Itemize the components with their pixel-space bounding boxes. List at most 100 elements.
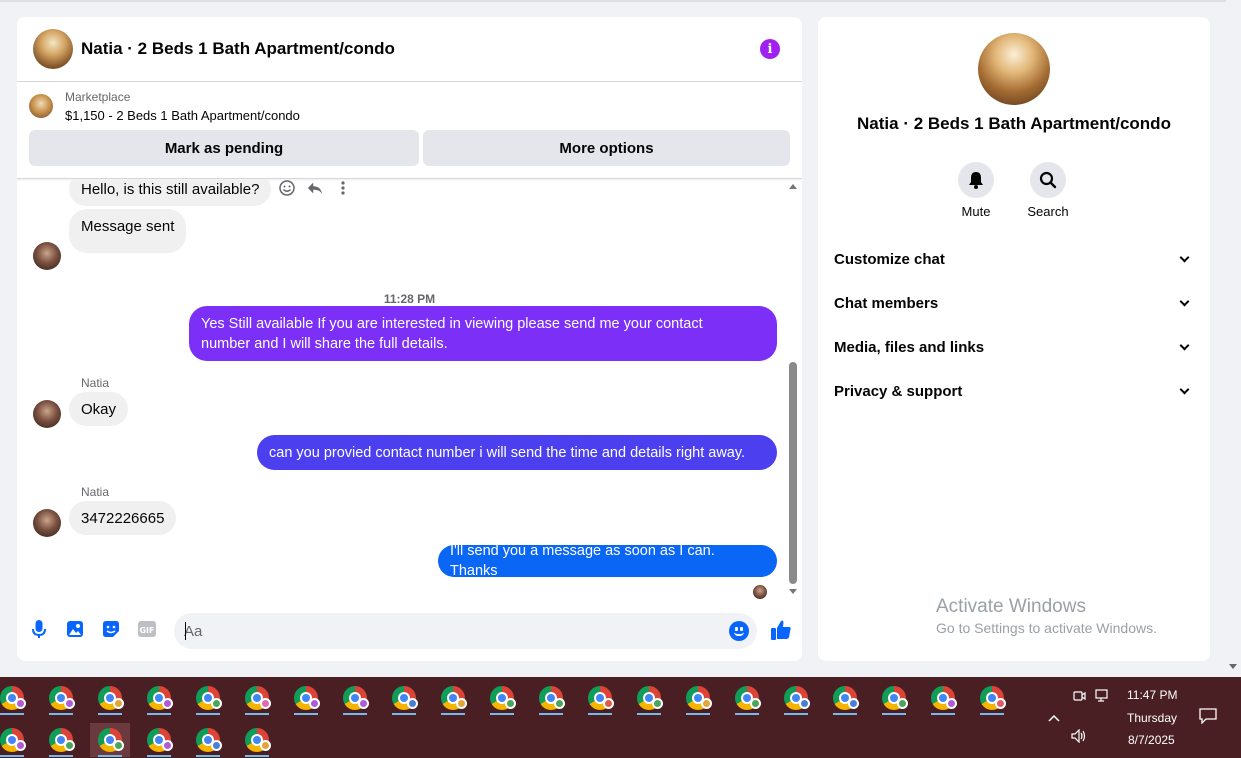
chat-details-panel: Natia · 2 Beds 1 Bath Apartment/condo Mu… xyxy=(818,17,1210,661)
chat-panel: Natia · 2 Beds 1 Bath Apartment/condo i … xyxy=(17,17,802,661)
avatar[interactable] xyxy=(33,509,61,537)
more-icon[interactable] xyxy=(335,180,351,196)
sticker-icon[interactable] xyxy=(101,619,121,639)
taskbar-chrome-button[interactable] xyxy=(531,681,571,715)
taskbar-chrome-button[interactable] xyxy=(139,681,179,715)
taskbar-chrome-button[interactable] xyxy=(629,681,669,715)
avatar[interactable] xyxy=(33,400,61,428)
clock-date[interactable]: 8/7/2025 xyxy=(1128,733,1175,747)
page-scroll-down-arrow[interactable] xyxy=(1229,664,1237,669)
profile-badge-icon xyxy=(15,698,26,709)
profile-avatar[interactable] xyxy=(978,33,1050,105)
message-incoming[interactable]: Message sent xyxy=(69,209,187,253)
photo-icon[interactable] xyxy=(65,619,85,639)
gif-icon[interactable]: GIF xyxy=(137,619,157,639)
taskbar-chrome-button[interactable] xyxy=(90,723,130,757)
listing-thumbnail[interactable] xyxy=(29,94,53,118)
scroll-up-arrow[interactable] xyxy=(789,184,797,189)
message-incoming[interactable]: 3472226665 xyxy=(69,501,177,535)
taskbar-chrome-button[interactable] xyxy=(41,723,81,757)
chevron-down-icon xyxy=(1179,252,1190,262)
profile-badge-icon xyxy=(162,740,173,751)
taskbar-chrome-button[interactable] xyxy=(874,681,914,715)
taskbar-chrome-button[interactable] xyxy=(923,681,963,715)
taskbar-chrome-button[interactable] xyxy=(237,723,277,757)
taskbar-chrome-button[interactable] xyxy=(727,681,767,715)
clock-time[interactable]: 11:47 PM xyxy=(1127,688,1177,702)
more-options-button[interactable]: More options xyxy=(423,130,790,166)
scrollbar-thumb[interactable] xyxy=(789,362,797,584)
taskbar-chrome-button[interactable] xyxy=(335,681,375,715)
message-incoming[interactable]: Okay xyxy=(69,392,129,426)
taskbar-chrome-button[interactable] xyxy=(678,681,718,715)
search-button[interactable]: Search xyxy=(1018,162,1078,219)
chat-avatar[interactable] xyxy=(33,29,73,69)
taskbar-chrome-button[interactable] xyxy=(286,681,326,715)
mute-label: Mute xyxy=(961,204,991,219)
emoji-icon[interactable] xyxy=(729,621,749,641)
taskbar-chrome-button[interactable] xyxy=(433,681,473,715)
show-hidden-icons-icon[interactable] xyxy=(1048,710,1060,725)
search-icon xyxy=(1030,162,1066,198)
sender-name: Natia xyxy=(81,485,110,499)
reply-icon[interactable] xyxy=(307,180,323,196)
clock-day[interactable]: Thursday xyxy=(1127,711,1177,725)
mark-pending-button[interactable]: Mark as pending xyxy=(29,130,419,166)
taskbar-chrome-button[interactable] xyxy=(237,681,277,715)
chevron-down-icon xyxy=(1179,296,1190,306)
meet-now-icon[interactable] xyxy=(1072,689,1086,706)
message-text: Message sent xyxy=(81,217,175,235)
taskbar-chrome-button[interactable] xyxy=(0,681,32,715)
taskbar-chrome-button[interactable] xyxy=(188,723,228,757)
notifications-icon[interactable] xyxy=(1199,708,1217,727)
message-input[interactable] xyxy=(174,613,714,649)
message-timestamp: 11:28 PM xyxy=(383,292,436,306)
menu-chat-members[interactable]: Chat members xyxy=(834,291,1194,315)
taskbar-chrome-button[interactable] xyxy=(188,681,228,715)
mute-button[interactable]: Mute xyxy=(946,162,1006,219)
composer: GIF xyxy=(17,607,802,655)
message-outgoing[interactable]: can you provied contact number i will se… xyxy=(257,435,777,470)
menu-customize-chat[interactable]: Customize chat xyxy=(834,247,1194,271)
menu-label: Chat members xyxy=(834,294,939,312)
profile-badge-icon xyxy=(946,698,957,709)
taskbar-chrome-button[interactable] xyxy=(482,681,522,715)
profile-badge-icon xyxy=(995,698,1006,709)
taskbar-chrome-button[interactable] xyxy=(972,681,1012,715)
like-icon[interactable] xyxy=(769,618,793,642)
profile-badge-icon xyxy=(211,740,222,751)
svg-text:GIF: GIF xyxy=(139,626,154,635)
seen-avatar xyxy=(753,585,767,599)
taskbar-chrome-button[interactable] xyxy=(825,681,865,715)
message-text-line1: Yes Still available If you are intereste… xyxy=(201,315,703,332)
taskbar-chrome-button[interactable] xyxy=(384,681,424,715)
profile-badge-icon xyxy=(113,740,124,751)
listing-source: Marketplace xyxy=(65,90,131,104)
menu-media-files-links[interactable]: Media, files and links xyxy=(834,335,1194,359)
taskbar-chrome-button[interactable] xyxy=(580,681,620,715)
taskbar-chrome-button[interactable] xyxy=(0,723,32,757)
scroll-down-arrow[interactable] xyxy=(789,589,797,594)
microphone-icon[interactable] xyxy=(29,619,49,639)
menu-label: Privacy & support xyxy=(834,382,963,400)
activate-windows-title: Activate Windows xyxy=(936,596,1086,617)
avatar[interactable] xyxy=(33,242,61,270)
profile-title: Natia · 2 Beds 1 Bath Apartment/condo xyxy=(857,114,1171,133)
chat-title[interactable]: Natia · 2 Beds 1 Bath Apartment/condo xyxy=(81,39,395,59)
message-outgoing[interactable]: Yes Still available If you are intereste… xyxy=(189,306,777,361)
activate-windows-subtitle: Go to Settings to activate Windows. xyxy=(936,620,1157,636)
info-icon[interactable]: i xyxy=(760,39,780,59)
menu-privacy-support[interactable]: Privacy & support xyxy=(834,379,1194,403)
taskbar-chrome-button[interactable] xyxy=(776,681,816,715)
listing-description[interactable]: $1,150 - 2 Beds 1 Bath Apartment/condo xyxy=(65,108,300,123)
taskbar-chrome-button[interactable] xyxy=(90,681,130,715)
taskbar-chrome-button[interactable] xyxy=(139,723,179,757)
message-incoming[interactable]: Hello, is this still available? xyxy=(69,180,272,206)
volume-icon[interactable] xyxy=(1071,728,1087,746)
react-icon[interactable] xyxy=(279,180,295,196)
chevron-down-icon xyxy=(1179,384,1190,394)
taskbar-chrome-button[interactable] xyxy=(41,681,81,715)
network-icon[interactable] xyxy=(1095,689,1111,706)
message-outgoing[interactable]: I'll send you a message as soon as I can… xyxy=(438,543,777,579)
profile-badge-icon xyxy=(505,698,516,709)
